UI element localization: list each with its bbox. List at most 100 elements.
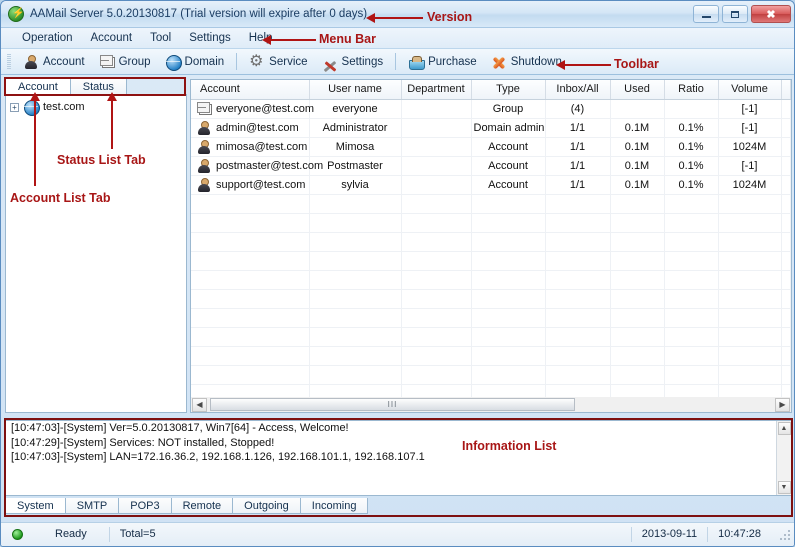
status-led-icon [12, 529, 23, 540]
expand-icon[interactable]: + [10, 102, 19, 112]
toolbar-button-purchase-label: Purchase [428, 55, 477, 68]
cell-ratio [664, 99, 719, 119]
cell-inbox-all: 1/1 [545, 156, 611, 176]
cell-ratio: 0.1% [664, 175, 719, 195]
cell-type: Group [471, 99, 546, 119]
column-header-user-name[interactable]: User name [309, 80, 402, 100]
column-header-type[interactable]: Type [471, 80, 546, 100]
tab-pop3[interactable]: POP3 [118, 498, 172, 514]
log-line: [10:47:03]-[System] LAN=172.16.36.2, 192… [11, 451, 425, 463]
person-icon [196, 177, 212, 193]
toolbar-button-domain[interactable]: Domain [158, 52, 232, 72]
column-header-account[interactable]: Account [191, 80, 310, 100]
log-line: [10:47:29]-[System] Services: NOT instal… [11, 436, 275, 449]
toolbar: Account Group Domain Service Settings Pu… [1, 49, 794, 75]
vscroll-up-arrow-icon[interactable]: ▲ [777, 422, 791, 435]
annotation-arrow-status-list-tab [107, 92, 117, 149]
table-row[interactable]: mimosa@test.com Mimosa Account 1/1 0.1M … [191, 137, 791, 157]
maximize-button[interactable] [722, 5, 748, 23]
table-row-empty [191, 289, 791, 309]
menu-item-operation[interactable]: Operation [13, 30, 82, 46]
aamail-server-window: AAMail Server 5.0.20130817 (Trial versio… [0, 0, 795, 547]
table-row[interactable]: support@test.com sylvia Account 1/1 0.1M… [191, 175, 791, 195]
title-bar: AAMail Server 5.0.20130817 (Trial versio… [1, 1, 794, 28]
toolbar-button-service-label: Service [269, 55, 308, 68]
group-envelope-icon [196, 101, 212, 117]
column-header-department[interactable]: Department [401, 80, 472, 100]
cell-ratio: 0.1% [664, 156, 719, 176]
cell-account-text: admin@test.com [216, 121, 299, 134]
hscroll-right-arrow-icon[interactable]: ▶ [775, 397, 790, 412]
toolbar-separator [395, 53, 397, 70]
cell-account: everyone@test.com [191, 99, 314, 119]
close-button[interactable]: ✖ [751, 5, 791, 23]
cell-used [610, 99, 665, 119]
cell-type: Domain admin [471, 118, 546, 138]
menu-item-account[interactable]: Account [82, 30, 142, 46]
cell-used: 0.1M [610, 118, 665, 138]
menu-item-help[interactable]: Help [240, 30, 282, 46]
vscroll-down-arrow-icon[interactable]: ▼ [777, 481, 791, 494]
resize-grip[interactable] [779, 528, 791, 541]
cell-account-text: mimosa@test.com [216, 140, 308, 153]
person-icon [196, 139, 212, 155]
person-icon [23, 54, 39, 70]
toolbar-button-service[interactable]: Service [242, 51, 314, 72]
cell-user-name: everyone [309, 99, 402, 119]
table-row[interactable]: admin@test.com Administrator Domain admi… [191, 118, 791, 138]
log-line: [10:47:03]-[System] Ver=5.0.20130817, Wi… [11, 422, 349, 434]
menu-item-settings[interactable]: Settings [180, 30, 240, 46]
tab-remote[interactable]: Remote [170, 498, 234, 514]
toolbar-button-group-label: Group [118, 55, 151, 68]
account-list-hscrollbar[interactable]: ◀ III ▶ [190, 397, 792, 413]
window-controls: ✖ [693, 5, 791, 23]
domain-tree[interactable]: + test.com [5, 94, 187, 413]
toolbar-button-account[interactable]: Account [16, 52, 92, 72]
cell-volume: [-1] [718, 156, 782, 176]
cell-account: support@test.com [191, 175, 310, 195]
table-row-empty [191, 308, 791, 328]
tab-incoming[interactable]: Incoming [299, 498, 369, 514]
lightning-bolt-icon [8, 6, 24, 22]
hscroll-left-arrow-icon[interactable]: ◀ [192, 397, 207, 412]
x-cross-icon [491, 54, 507, 70]
tab-status-list[interactable]: Status [69, 78, 127, 95]
column-header-inbox-all[interactable]: Inbox/All [545, 80, 611, 100]
status-date: 2013-09-11 [630, 527, 707, 542]
account-table: Account User name Department Type Inbox/… [191, 80, 791, 412]
column-header-used[interactable]: Used [610, 80, 665, 100]
table-row[interactable]: everyone@test.com everyone Group (4) [-1… [191, 99, 791, 119]
cell-user-name: Mimosa [309, 137, 402, 157]
toolbar-button-group[interactable]: Group [92, 52, 158, 72]
column-header-ratio[interactable]: Ratio [664, 80, 719, 100]
table-row-empty [191, 232, 791, 252]
hscroll-thumb[interactable]: III [210, 398, 575, 411]
tab-smtp[interactable]: SMTP [64, 498, 120, 514]
toolbar-button-domain-label: Domain [184, 55, 225, 68]
information-list-vscrollbar[interactable]: ▲ ▼ [776, 421, 791, 495]
cell-account-text: support@test.com [216, 178, 306, 191]
table-row[interactable]: postmaster@test.com Postmaster Account 1… [191, 156, 791, 176]
cell-department [401, 137, 472, 157]
cell-department [401, 118, 472, 138]
cell-volume: 1024M [718, 175, 782, 195]
information-list[interactable]: [10:47:03]-[System] Ver=5.0.20130817, Wi… [5, 420, 792, 496]
tools-icon [322, 54, 338, 70]
cell-used: 0.1M [610, 175, 665, 195]
toolbar-button-purchase[interactable]: Purchase [401, 52, 484, 72]
cell-account: mimosa@test.com [191, 137, 310, 157]
account-list-panel: Account User name Department Type Inbox/… [190, 79, 792, 413]
column-header-volume[interactable]: Volume [718, 80, 782, 100]
cell-department [401, 175, 472, 195]
status-total: Total=5 [108, 527, 166, 542]
toolbar-button-settings[interactable]: Settings [315, 52, 391, 72]
tab-system[interactable]: System [5, 498, 66, 514]
cell-account: postmaster@test.com [191, 156, 323, 176]
toolbar-grip[interactable] [7, 53, 11, 70]
minimize-button[interactable] [693, 5, 719, 23]
tab-outgoing[interactable]: Outgoing [232, 498, 301, 514]
menu-item-tool[interactable]: Tool [141, 30, 180, 46]
toolbar-button-settings-label: Settings [341, 55, 384, 68]
annotation-label-information-list: Information List [462, 439, 557, 453]
cell-user-name: sylvia [309, 175, 402, 195]
